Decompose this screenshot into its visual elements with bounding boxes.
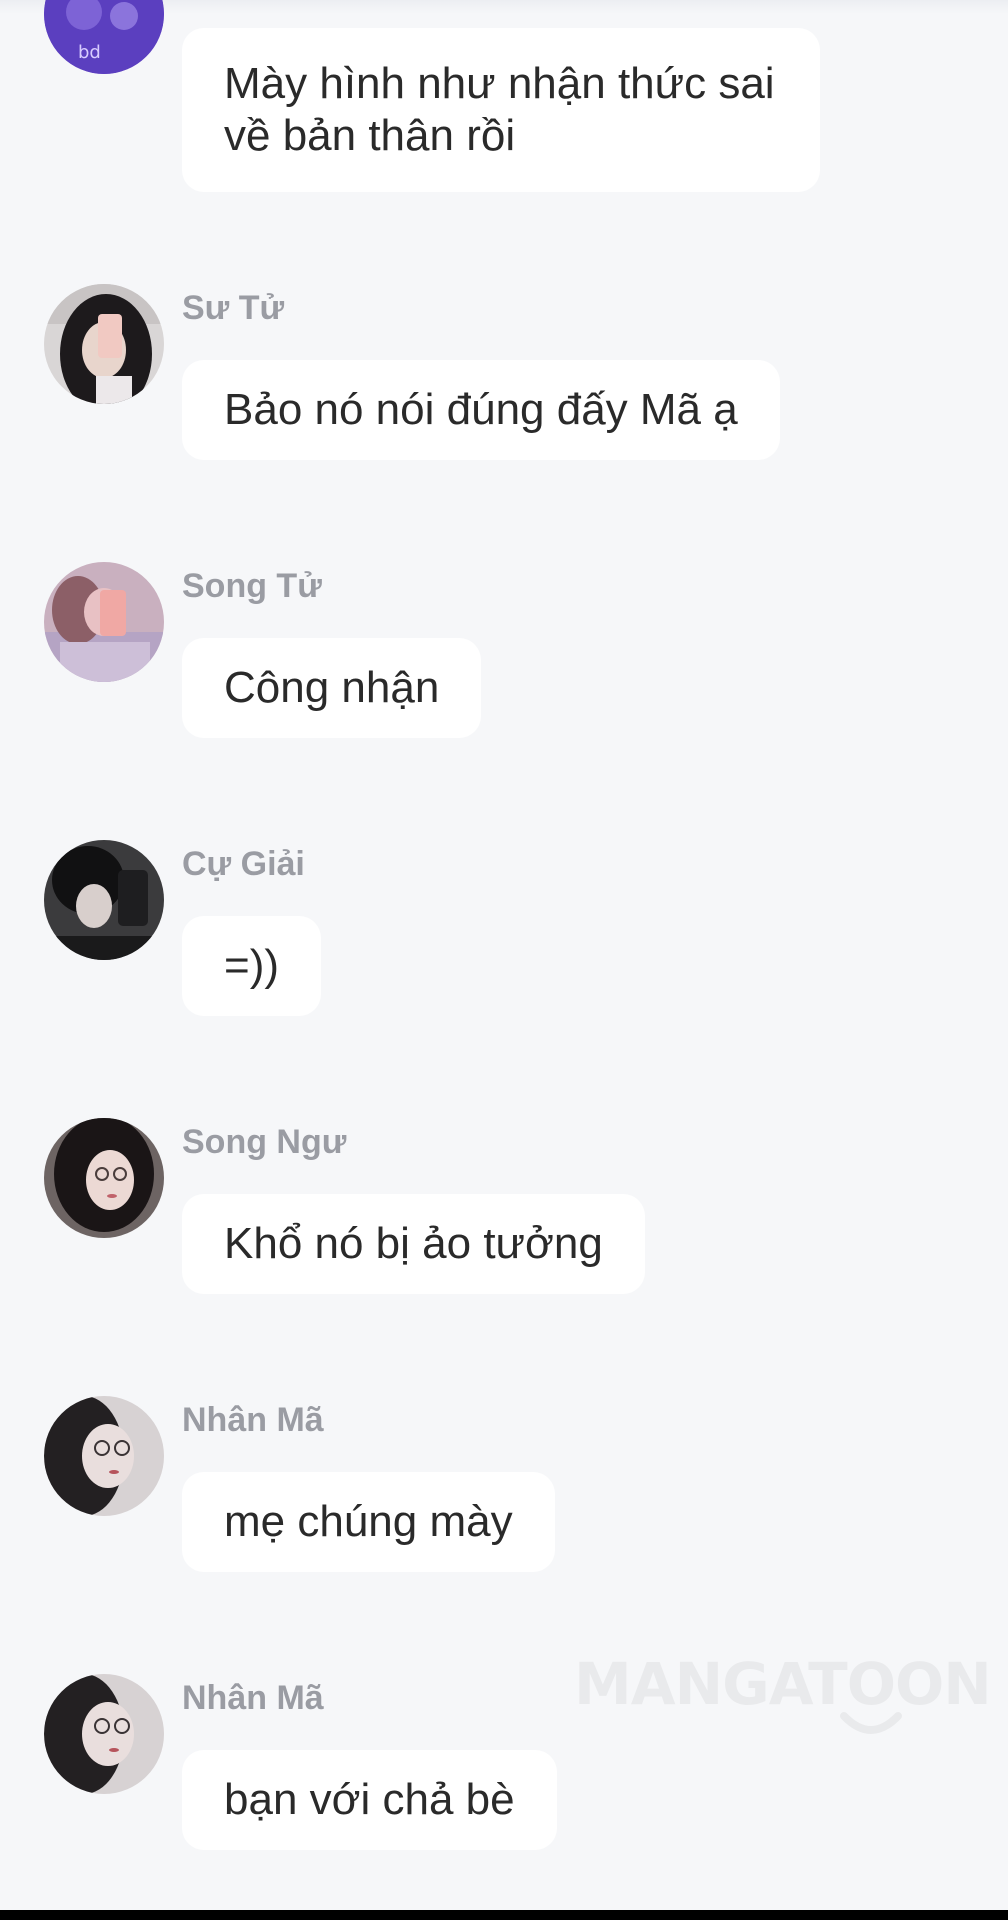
sender-name: Sư Tử: [182, 289, 285, 327]
message-text: Bảo nó nói đúng đấy Mã ạ: [224, 385, 738, 434]
message-bubble[interactable]: =)): [182, 916, 321, 1016]
message-text: mẹ chúng mày: [224, 1497, 513, 1546]
watermark: MANGATOON: [574, 1650, 992, 1750]
smile-icon: [840, 1712, 902, 1734]
watermark-text: MANGATOON: [574, 1650, 992, 1718]
message-bubble[interactable]: mẹ chúng mày: [182, 1472, 555, 1572]
message-bubble[interactable]: bạn với chả bè: [182, 1750, 557, 1850]
pink-phone-avatar-icon[interactable]: [44, 562, 164, 682]
girl-glasses-avatar-icon[interactable]: [44, 1118, 164, 1238]
bottom-bar: [0, 1910, 1008, 1920]
dark-selfie-avatar-icon[interactable]: [44, 840, 164, 960]
message-text: =)): [224, 941, 279, 990]
message-text: Khổ nó bị ảo tưởng: [224, 1219, 603, 1268]
sender-name: Nhân Mã: [182, 1401, 324, 1439]
blurred-girl-avatar-icon[interactable]: [44, 1674, 164, 1794]
message-bubble[interactable]: Công nhận: [182, 638, 482, 738]
sender-name: Song Tử: [182, 567, 322, 605]
sender-name: Nhân Mã: [182, 1679, 324, 1717]
message-text: bạn với chả bè: [224, 1775, 515, 1824]
message-text: Công nhận: [224, 663, 440, 712]
sender-name: Song Ngư: [182, 1123, 347, 1161]
sender-name: Cự Giải: [182, 845, 305, 883]
message-text: Mày hình như nhận thức sai về bản thân r…: [224, 59, 775, 160]
purple-avatar-icon[interactable]: bd: [44, 0, 164, 74]
message-bubble[interactable]: Bảo nó nói đúng đấy Mã ạ: [182, 360, 780, 460]
girl-phone-avatar-icon[interactable]: [44, 284, 164, 404]
message-bubble[interactable]: Khổ nó bị ảo tưởng: [182, 1194, 645, 1294]
blurred-girl-avatar-icon[interactable]: [44, 1396, 164, 1516]
svg-text:bd: bd: [78, 42, 101, 63]
message-bubble[interactable]: Mày hình như nhận thức sai về bản thân r…: [182, 28, 820, 192]
